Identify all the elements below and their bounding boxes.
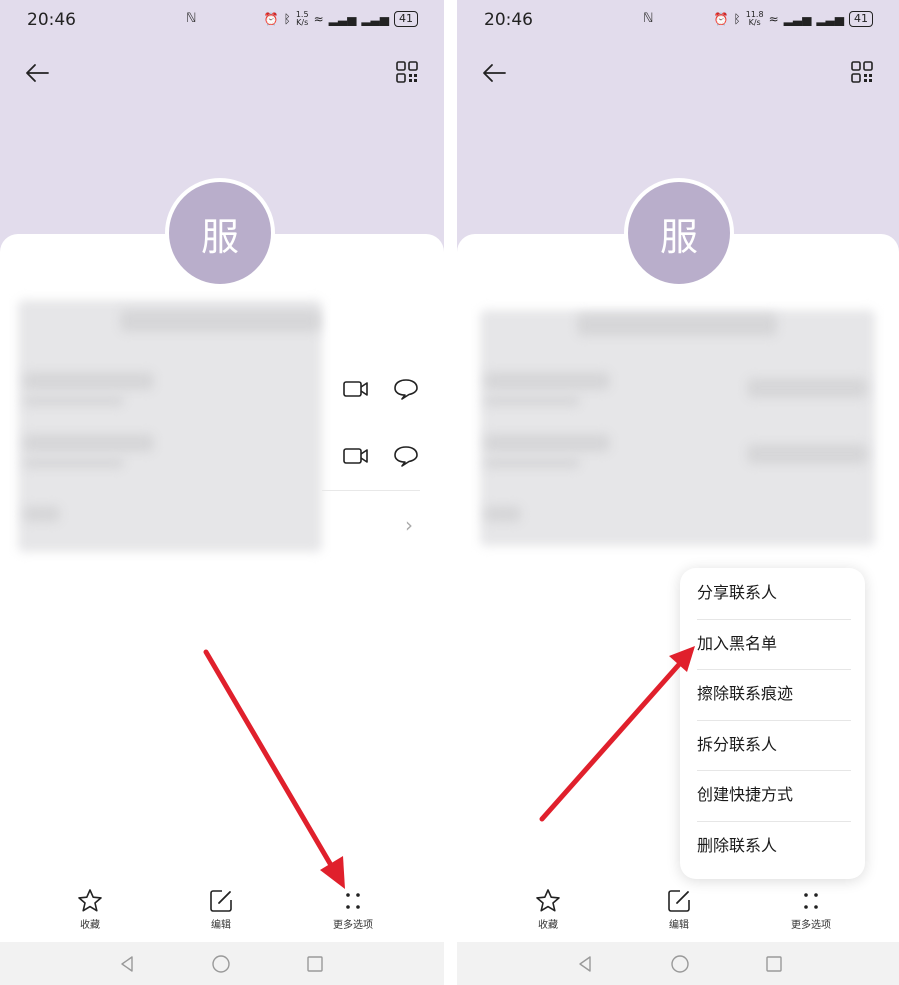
phone-screenshot-right: 20:46 ℕ ⏰ ᛒ 11.8 K/s ≈ ▂▃▅ ▂▃▅ 41 服 收藏 编… — [457, 0, 899, 985]
annotation-arrow — [539, 646, 695, 822]
annotation-arrow — [203, 649, 345, 889]
phone-screenshot-left: 20:46 ℕ ⏰ ᛒ 1.5 K/s ≈ ▂▃▅ ▂▃▅ 41 服 › 收藏 … — [0, 0, 444, 985]
